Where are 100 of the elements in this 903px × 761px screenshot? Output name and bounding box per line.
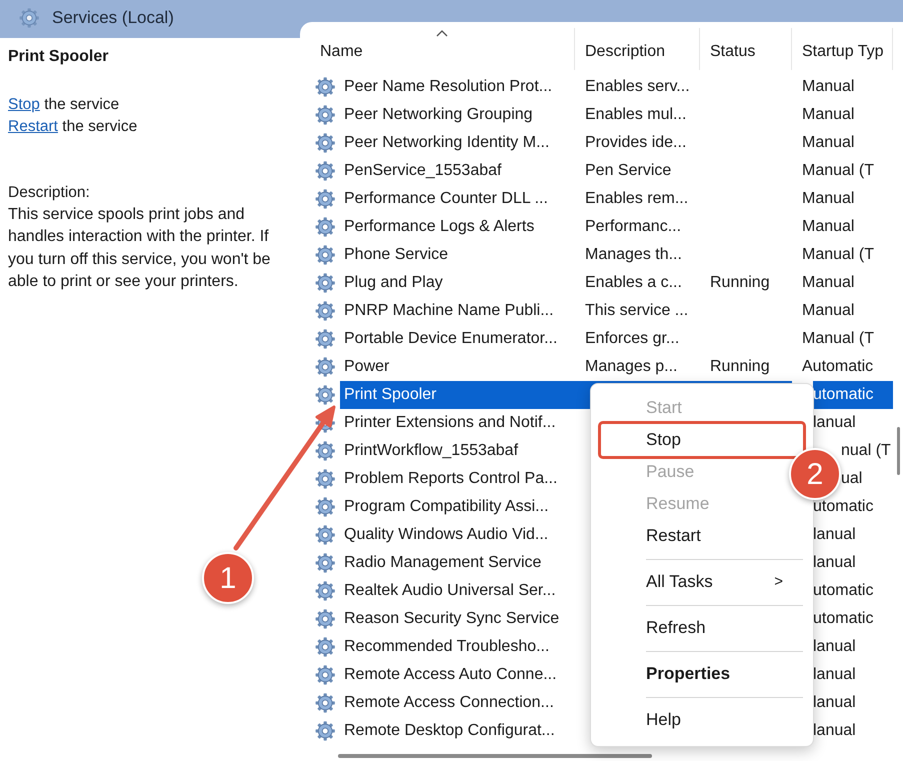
menu-item[interactable]: Refresh [598, 612, 783, 644]
table-cell-text: Remote Desktop Configurat... [343, 721, 556, 741]
table-cell-text: Realtek Audio Universal Ser... [343, 581, 557, 601]
table-cell-text: Automatic [801, 357, 874, 377]
table-cell-text: lanual [813, 413, 857, 433]
gear-icon [314, 356, 336, 378]
table-cell-text: lanual [813, 553, 857, 573]
table-cell-text: Manual [801, 105, 856, 125]
gear-icon [314, 496, 336, 518]
gear-icon [314, 664, 336, 686]
table-cell-text: lanual [813, 525, 857, 545]
table-cell-text: Enables a c... [584, 273, 683, 293]
gear-icon [314, 468, 336, 490]
table-cell-text: Peer Networking Identity M... [343, 133, 550, 153]
gear-icon [314, 636, 336, 658]
table-cell-text: Running [709, 273, 771, 293]
column-header[interactable]: Startup Typ [792, 28, 893, 70]
table-cell-text: Manual (T [801, 329, 876, 349]
menu-item[interactable]: Stop [598, 421, 806, 459]
table-cell-text: Quality Windows Audio Vid... [343, 525, 550, 545]
table-cell-text: Manual (T [801, 161, 876, 181]
table-cell-text: utomatic [813, 581, 874, 601]
table-cell-text: This service ... [584, 301, 690, 321]
table-cell-text: Manual [801, 77, 856, 97]
table-cell-text: Manages th... [584, 245, 683, 265]
gear-icon [314, 692, 336, 714]
gear-icon [314, 104, 336, 126]
gear-icon [314, 216, 336, 238]
gear-icon [314, 188, 336, 210]
table-cell-text: Remote Access Connection... [343, 693, 555, 713]
gear-icon [314, 76, 336, 98]
gear-icon [314, 328, 336, 350]
sort-caret-icon [436, 30, 448, 37]
gear-icon [314, 300, 336, 322]
table-cell-text: PenService_1553abaf [343, 161, 502, 181]
table-cell-text: lanual [813, 693, 857, 713]
gear-icon [314, 160, 336, 182]
scrollbar-thumb[interactable] [338, 754, 652, 758]
gear-icon [314, 244, 336, 266]
table-cell-text: Radio Management Service [343, 553, 542, 573]
table-cell-text: Problem Reports Control Pa... [343, 469, 558, 489]
column-header[interactable]: Description [575, 28, 700, 70]
table-cell-text: Provides ide... [584, 133, 688, 153]
menu-item[interactable]: All Tasks > [598, 566, 783, 598]
table-cell-text: Manual [801, 133, 856, 153]
table-cell-text: Enables mul... [584, 105, 688, 125]
table-cell-text: Enforces gr... [584, 329, 680, 349]
gear-icon [314, 580, 336, 602]
table-cell: utomatic [813, 381, 893, 409]
gear-icon [314, 720, 336, 742]
table-cell-text: utomatic [813, 497, 874, 517]
table-cell-text: Peer Networking Grouping [343, 105, 534, 125]
table-cell-text: Plug and Play [343, 273, 444, 293]
table-cell-text: Manual [801, 301, 856, 321]
gear-icon [18, 7, 40, 29]
table-cell-text: PrintWorkflow_1553abaf [343, 441, 520, 461]
table-cell-text: ual [841, 469, 864, 489]
table-cell-text: Running [709, 357, 771, 377]
gear-icon [314, 132, 336, 154]
gear-icon [314, 552, 336, 574]
menu-item[interactable]: Restart [598, 520, 783, 552]
menu-item[interactable]: Properties [598, 658, 783, 690]
table-cell-text: utomatic [813, 609, 874, 629]
table-cell-text: Manual [801, 189, 856, 209]
window-title: Services (Local) [52, 7, 174, 30]
table-cell-text: Pen Service [584, 161, 672, 181]
gear-icon [314, 272, 336, 294]
table-cell-text: nual (T [841, 441, 892, 461]
scrollbar-thumb[interactable] [896, 427, 900, 475]
table-cell-text: Manual [801, 273, 856, 293]
menu-item-label[interactable]: All Tasks [646, 569, 713, 595]
table-cell-text: Reason Security Sync Service [343, 609, 560, 629]
table-cell-text: Phone Service [343, 245, 450, 265]
table-cell-text: lanual [813, 665, 857, 685]
table-cell: Print Spooler [340, 381, 575, 409]
description-label: Description: [8, 183, 91, 203]
table-cell-text: Program Compatibility Assi... [343, 497, 550, 517]
gear-icon [314, 608, 336, 630]
action-text: Restart the service [8, 117, 138, 137]
table-cell-text: Manual [801, 217, 856, 237]
description-text: This service spools print jobs and handles interaction with the printer. If you turn off this service, you won't be able to print or see your printers. [8, 205, 272, 292]
menu-item[interactable]: Help [598, 704, 783, 736]
table-cell-text: lanual [813, 721, 857, 741]
table-cell-text: Performance Logs & Alerts [343, 217, 536, 237]
action-link[interactable]: Restart [8, 118, 58, 135]
column-header[interactable]: Name [310, 28, 575, 70]
table-cell-text: Enables serv... [584, 77, 691, 97]
service-heading: Print Spooler [8, 47, 110, 67]
action-link[interactable]: Stop [8, 96, 40, 113]
table-cell-text: lanual [813, 637, 857, 657]
table-cell-text: Recommended Troublesho... [343, 637, 550, 657]
table-cell-text: Enables rem... [584, 189, 690, 209]
table-cell-text: Power [343, 357, 390, 377]
table-cell-text: PNRP Machine Name Publi... [343, 301, 555, 321]
action-text: Stop the service [8, 95, 120, 115]
column-header[interactable]: Status [700, 28, 792, 70]
table-cell-text: Remote Access Auto Conne... [343, 665, 558, 685]
table-cell-text: Printer Extensions and Notif... [343, 413, 557, 433]
table-cell-text: Manages p... [584, 357, 678, 377]
table-cell-text: Peer Name Resolution Prot... [343, 77, 554, 97]
